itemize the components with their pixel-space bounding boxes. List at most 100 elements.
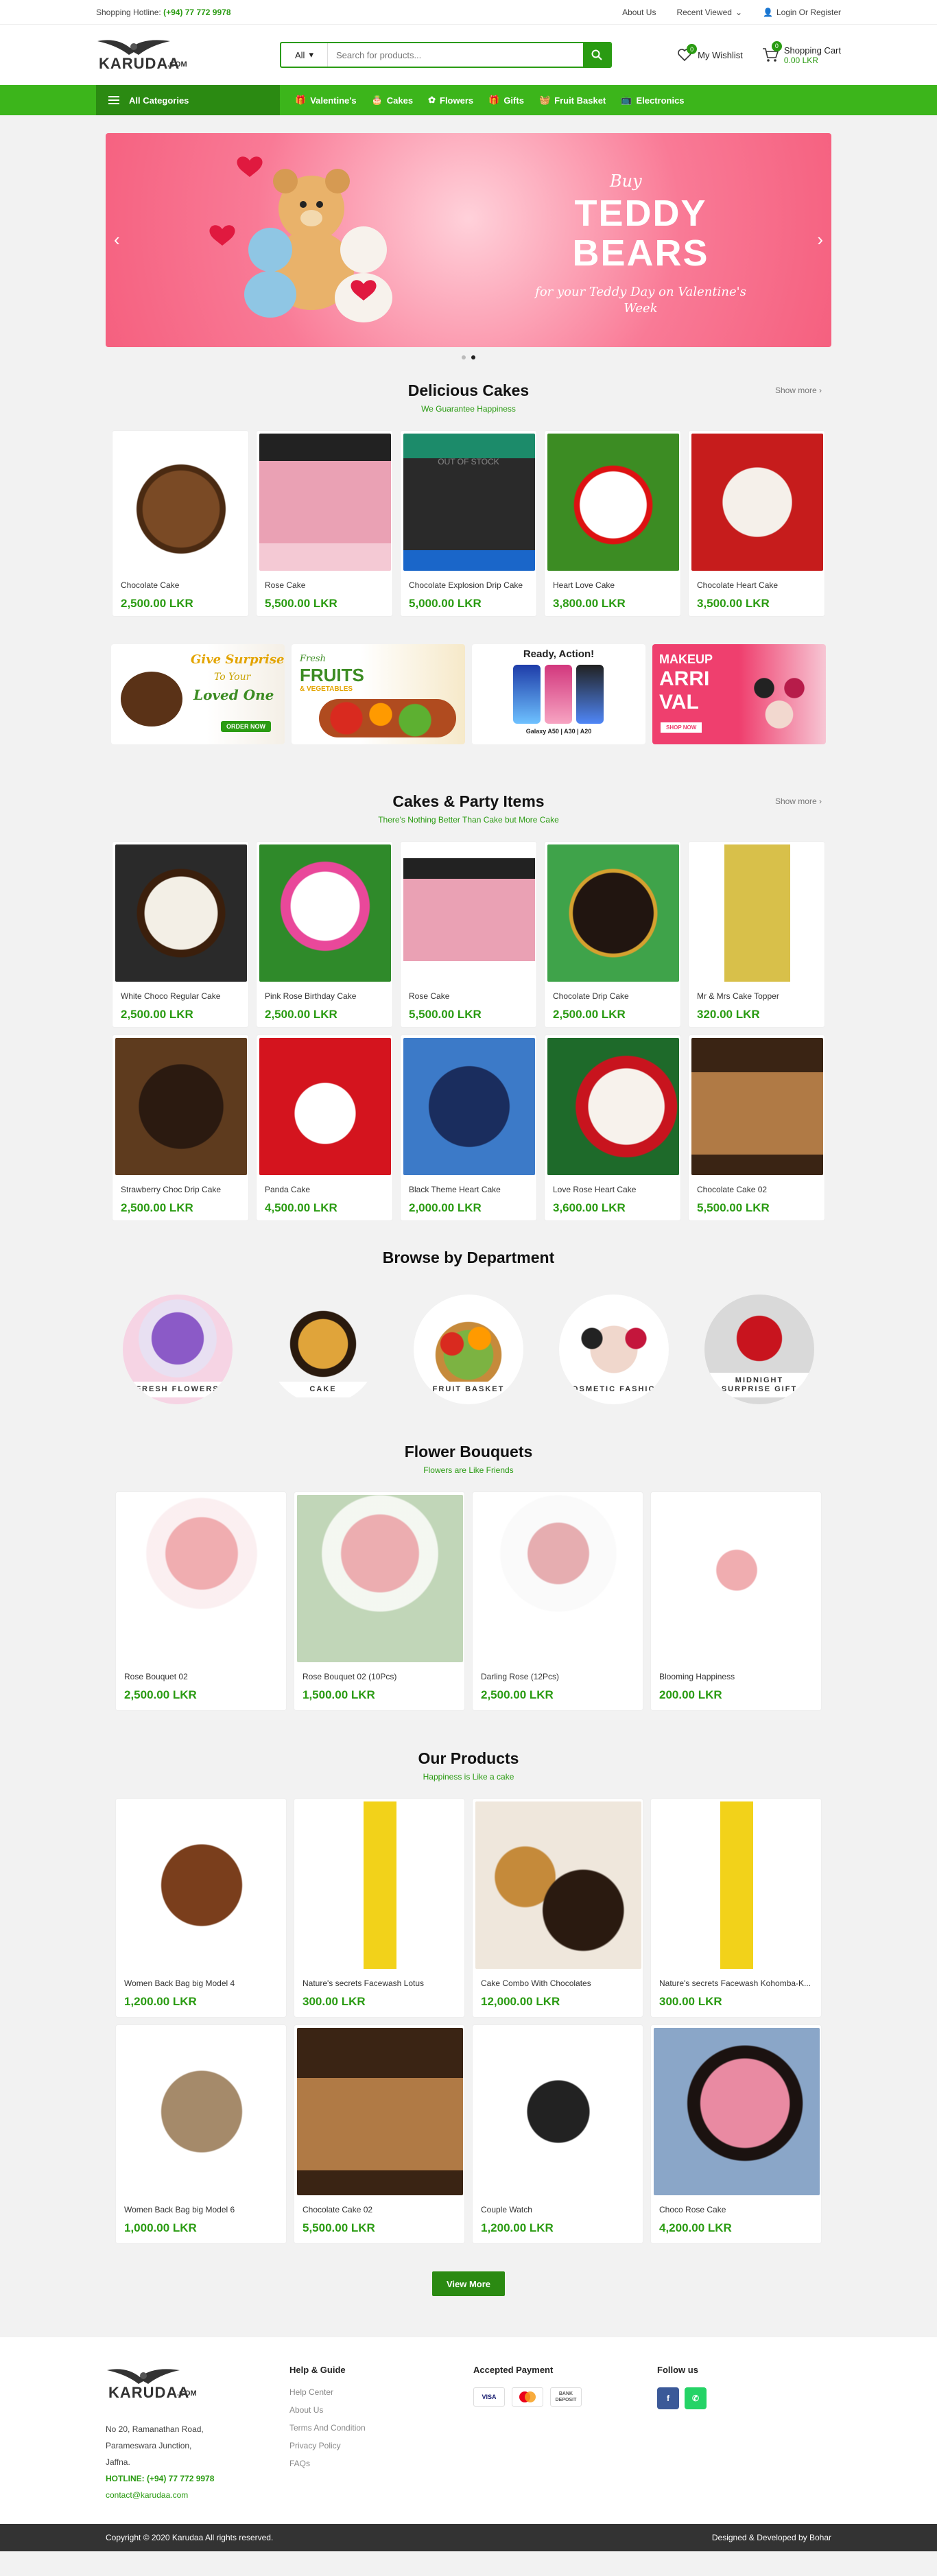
search-category-select[interactable]: All ▾ <box>281 43 328 67</box>
slider-dot[interactable] <box>462 355 466 359</box>
product-card[interactable]: Panda Cake 4,500.00 LKR <box>256 1035 393 1221</box>
product-name[interactable]: Rose Bouquet 02 (10Pcs) <box>303 1672 456 1681</box>
show-more-link[interactable]: Show more › <box>775 796 822 806</box>
product-card[interactable]: Love Rose Heart Cake 3,600.00 LKR <box>544 1035 681 1221</box>
recent-viewed-dropdown[interactable]: Recent Viewed ⌄ <box>676 8 742 17</box>
department-fresh-flowers[interactable]: FRESH FLOWERS <box>123 1295 233 1404</box>
product-card[interactable]: Couple Watch 1,200.00 LKR <box>472 2024 643 2244</box>
product-name[interactable]: Women Back Bag big Model 6 <box>124 2205 278 2214</box>
product-name[interactable]: Heart Love Cake <box>553 580 672 590</box>
product-card[interactable]: Pink Rose Birthday Cake 2,500.00 LKR <box>256 841 393 1028</box>
product-name[interactable]: Chocolate Drip Cake <box>553 991 672 1001</box>
product-name[interactable]: Mr & Mrs Cake Topper <box>697 991 816 1001</box>
promo-galaxy[interactable]: Ready, Action! Galaxy A50 | A30 | A20 <box>472 644 645 744</box>
wishlist-button[interactable]: 0 My Wishlist <box>677 44 743 62</box>
product-name[interactable]: Nature's secrets Facewash Kohomba-K... <box>659 1978 813 1988</box>
product-name[interactable]: Pink Rose Birthday Cake <box>265 991 384 1001</box>
product-name[interactable]: Chocolate Explosion Drip Cake <box>409 580 528 590</box>
login-register-link[interactable]: 👤 Login Or Register <box>763 8 841 17</box>
product-name[interactable]: Strawberry Choc Drip Cake <box>121 1185 240 1194</box>
product-name[interactable]: Rose Cake <box>409 991 528 1001</box>
product-card[interactable]: Chocolate Drip Cake 2,500.00 LKR <box>544 841 681 1028</box>
nav-item-valentines[interactable]: 🎁 Valentine's <box>295 95 357 106</box>
footer-heading: Follow us <box>657 2365 698 2375</box>
help-center-link[interactable]: Help Center <box>289 2387 473 2397</box>
product-card[interactable]: OUT OF STOCK Rose Bouquet 02 2,500.00 LKR <box>115 457 499 1711</box>
department-cake[interactable]: CAKE <box>268 1295 378 1404</box>
product-card[interactable]: OUT OF STOCK Blooming Happiness 200.00 LKR <box>438 457 822 1711</box>
product-name[interactable]: Darling Rose (12Pcs) <box>481 1672 634 1681</box>
product-name[interactable]: Couple Watch <box>481 2205 634 2214</box>
facebook-icon[interactable]: f <box>657 2387 679 2409</box>
product-name[interactable]: Choco Rose Cake <box>659 2205 813 2214</box>
faqs-link[interactable]: FAQs <box>289 2459 473 2468</box>
promo-makeup[interactable]: MAKEUP ARRI VAL SHOP NOW <box>652 644 826 744</box>
product-name[interactable]: Chocolate Cake <box>121 580 240 590</box>
product-card[interactable]: Mr & Mrs Cake Topper 320.00 LKR <box>688 841 825 1028</box>
product-name[interactable]: Nature's secrets Facewash Lotus <box>303 1978 456 1988</box>
promo-fruits[interactable]: Fresh FRUITS & VEGETABLES <box>292 644 465 744</box>
terms-link[interactable]: Terms And Condition <box>289 2423 473 2433</box>
department-cosmetic-fashion[interactable]: COSMETIC FASHION <box>559 1295 669 1404</box>
nav-item-gifts[interactable]: 🎁 Gifts <box>488 95 524 106</box>
product-name[interactable]: Love Rose Heart Cake <box>553 1185 672 1194</box>
show-more-link[interactable]: Show more › <box>775 386 822 395</box>
whatsapp-icon[interactable]: ✆ <box>685 2387 707 2409</box>
product-name[interactable]: Chocolate Cake 02 <box>697 1185 816 1194</box>
product-name[interactable]: Rose Bouquet 02 <box>124 1672 278 1681</box>
view-more-button[interactable]: View More <box>432 2271 505 2296</box>
product-card[interactable]: Black Theme Heart Cake 2,000.00 LKR <box>400 1035 537 1221</box>
slider-prev-icon[interactable]: ‹ <box>114 229 120 250</box>
product-card[interactable]: Chocolate Cake 02 5,500.00 LKR <box>294 2024 465 2244</box>
product-card[interactable]: Women Back Bag big Model 4 1,200.00 LKR <box>115 1798 287 2018</box>
promo-text: Galaxy A50 | A30 | A20 <box>525 728 592 735</box>
about-us-link[interactable]: About Us <box>622 8 656 17</box>
nav-item-fruit-basket[interactable]: 🧺 Fruit Basket <box>539 95 606 106</box>
section-title: Flower Bouquets <box>404 1443 533 1461</box>
department-fruit-basket[interactable]: FRUIT BASKET <box>414 1295 523 1404</box>
hotline-number[interactable]: (+94) 77 772 9978 <box>163 8 230 17</box>
about-us-link[interactable]: About Us <box>289 2405 473 2415</box>
nav-item-cakes[interactable]: 🎂 Cakes <box>372 95 414 106</box>
promo-surprise[interactable]: Give Surprise To Your Loved One ORDER NO… <box>111 644 285 744</box>
product-name[interactable]: Panda Cake <box>265 1185 384 1194</box>
footer-email-link[interactable]: contact@karudaa.com <box>106 2487 289 2503</box>
hero-banner[interactable]: ‹ › Buy TEDDY BEARS for your Teddy Day on… <box>106 133 831 347</box>
product-card[interactable]: Chocolate Cake 02 5,500.00 LKR <box>688 1035 825 1221</box>
product-card[interactable]: Strawberry Choc Drip Cake 2,500.00 LKR <box>112 1035 249 1221</box>
product-card[interactable]: Cake Combo With Chocolates 12,000.00 LKR <box>472 1798 643 2018</box>
product-card[interactable]: White Choco Regular Cake 2,500.00 LKR <box>112 841 249 1028</box>
product-card[interactable]: Nature's secrets Facewash Lotus 300.00 LK… <box>294 1798 465 2018</box>
product-name[interactable]: Women Back Bag big Model 4 <box>124 1978 278 1988</box>
product-card[interactable]: Choco Rose Cake 4,200.00 LKR <box>650 2024 822 2244</box>
department-midnight-surprise[interactable]: MIDNIGHT SURPRISE GIFT <box>704 1295 814 1404</box>
product-card[interactable]: Nature's secrets Facewash Kohomba-K... 30… <box>650 1798 822 2018</box>
visa-icon: VISA <box>473 2387 505 2407</box>
product-name[interactable]: Chocolate Heart Cake <box>697 580 816 590</box>
product-name[interactable]: Chocolate Cake 02 <box>303 2205 456 2214</box>
product-name[interactable]: Cake Combo With Chocolates <box>481 1978 634 1988</box>
nav-item-flowers[interactable]: ✿ Flowers <box>428 95 473 106</box>
shop-now-button[interactable]: SHOP NOW <box>661 722 702 733</box>
search-button[interactable] <box>583 43 610 67</box>
nav-item-electronics[interactable]: 📺 Electronics <box>621 95 684 106</box>
product-card[interactable]: OUT OF STOCK Rose Bouquet 02 (10Pcs) 1,500… <box>294 457 499 1711</box>
footer-hotline[interactable]: HOTLINE: (+94) 77 772 9978 <box>106 2470 289 2487</box>
product-card[interactable]: OUT OF STOCK Darling Rose (12Pcs) 2,500.00… <box>438 457 643 1711</box>
site-logo[interactable]: KARUDAA .COM <box>96 36 191 74</box>
product-card[interactable]: Rose Cake 5,500.00 LKR <box>400 841 537 1028</box>
product-name[interactable]: Black Theme Heart Cake <box>409 1185 528 1194</box>
cart-button[interactable]: 0 Shopping Cart 0.00 LKR <box>762 40 841 65</box>
product-card[interactable]: Women Back Bag big Model 6 1,000.00 LKR <box>115 2024 287 2244</box>
product-name[interactable]: Blooming Happiness <box>659 1672 813 1681</box>
product-name[interactable]: White Choco Regular Cake <box>121 991 240 1001</box>
order-now-button[interactable]: ORDER NOW <box>221 721 271 732</box>
all-categories-button[interactable]: All Categories <box>96 85 280 115</box>
slider-dot-active[interactable] <box>471 355 475 359</box>
product-price: 2,000.00 LKR <box>409 1201 482 1214</box>
footer-logo[interactable]: KARUDAA .COM <box>106 2365 200 2403</box>
product-name[interactable]: Rose Cake <box>265 580 384 590</box>
privacy-link[interactable]: Privacy Policy <box>289 2441 473 2450</box>
slider-next-icon[interactable]: › <box>817 229 823 250</box>
search-input[interactable] <box>328 43 583 67</box>
